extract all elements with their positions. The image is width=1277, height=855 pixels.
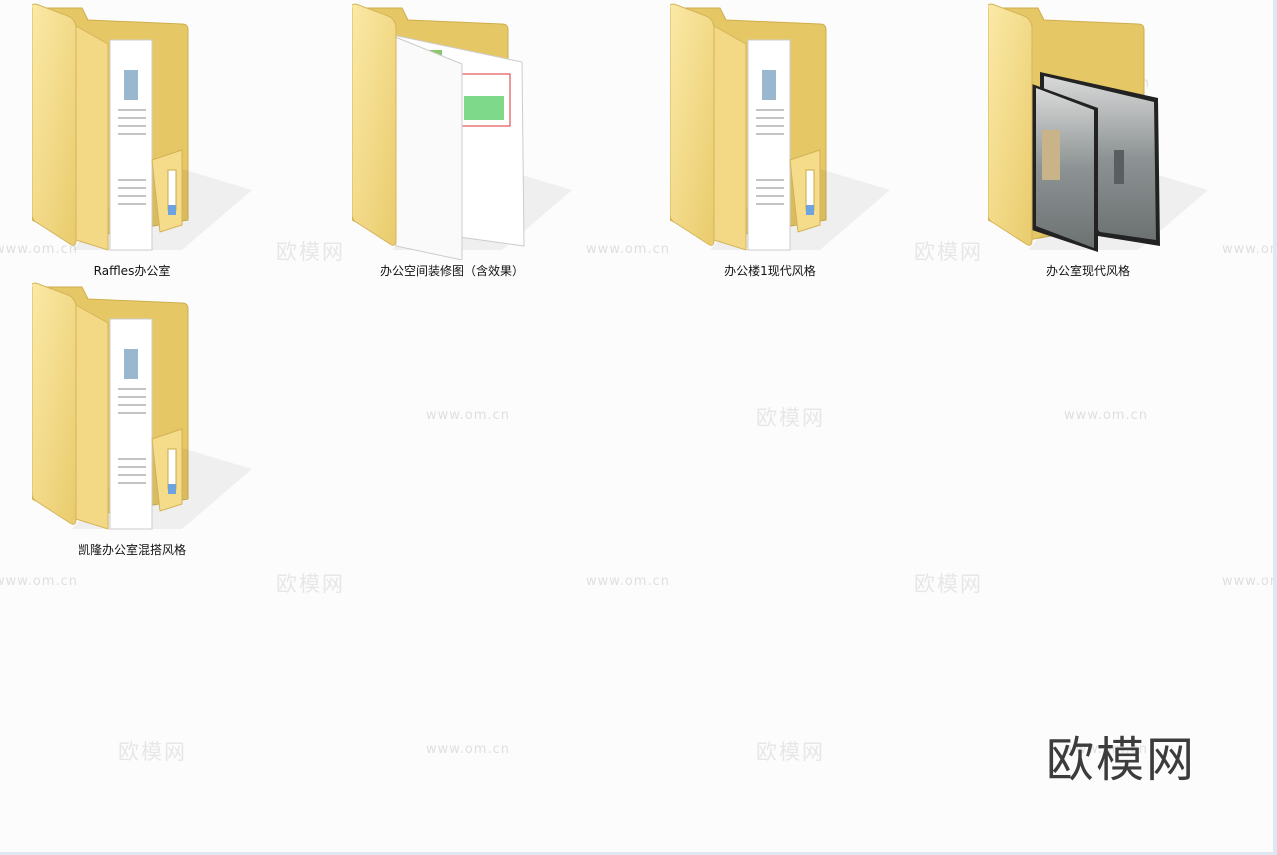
watermark-url: www.om.cn [1222, 574, 1273, 589]
folder-icon [32, 3, 252, 251]
watermark-url: www.om.cn [0, 574, 78, 589]
folder-item[interactable]: 凯隆办公室混搭风格 [12, 279, 252, 558]
folder-item[interactable]: Raffles办公室 [12, 0, 252, 279]
watermark-url: www.om.cn [1064, 408, 1148, 423]
folder-name[interactable]: Raffles办公室 [12, 262, 252, 279]
watermark-text: 欧模网 [914, 572, 983, 596]
folder-icon [988, 3, 1208, 252]
folder-icon [670, 3, 890, 251]
folder-item[interactable]: 办公空间装修图（含效果） [332, 0, 572, 279]
watermark-url: www.om.cn [426, 408, 510, 423]
watermark-url: www.om.cn [586, 574, 670, 589]
folder-name[interactable]: 办公室现代风格 [968, 262, 1208, 279]
folder-name[interactable]: 凯隆办公室混搭风格 [12, 541, 252, 558]
watermark-text: 欧模网 [276, 572, 345, 596]
folder-name[interactable]: 办公空间装修图（含效果） [332, 262, 572, 279]
file-explorer-icon-view: 欧模网 欧模网 欧模网 欧模网 欧模网 欧模网 欧模网 欧模网 欧模网 欧模网 … [0, 0, 1277, 855]
brand-logo: 欧模网 [1046, 732, 1197, 788]
folder-icon [32, 282, 252, 530]
watermark-text: 欧模网 [118, 740, 187, 764]
watermark-url: www.om.cn [426, 742, 510, 757]
folder-name[interactable]: 办公楼1现代风格 [650, 262, 890, 279]
folder-icon [352, 3, 572, 260]
watermark-text: 欧模网 [756, 406, 825, 430]
folder-item[interactable]: 办公楼1现代风格 [650, 0, 890, 279]
folder-item[interactable]: 办公室现代风格 [968, 0, 1208, 279]
watermark-url: www.om.cn [1222, 242, 1273, 257]
watermark-text: 欧模网 [756, 740, 825, 764]
